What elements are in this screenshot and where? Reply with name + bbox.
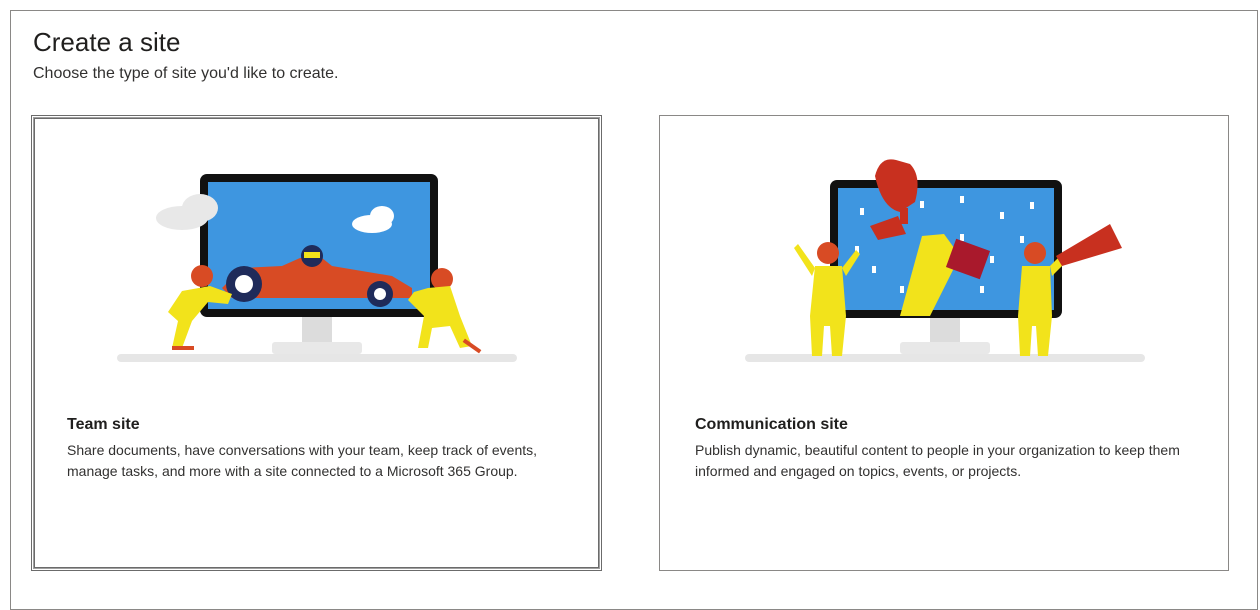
team-site-illustration xyxy=(117,174,517,362)
page-subtitle: Choose the type of site you'd like to cr… xyxy=(33,65,339,82)
communication-site-illustration xyxy=(745,159,1145,362)
page-title: Create a site xyxy=(33,27,181,57)
team-site-title: Team site xyxy=(67,416,140,433)
team-site-description: Share documents, have conversations with… xyxy=(67,442,538,479)
communication-site-description: Publish dynamic, beautiful content to pe… xyxy=(695,442,1180,479)
communication-site-card[interactable]: Communication site Publish dynamic, beau… xyxy=(659,115,1229,571)
team-site-card[interactable]: Team site Share documents, have conversa… xyxy=(31,115,602,571)
communication-site-title: Communication site xyxy=(695,416,848,433)
